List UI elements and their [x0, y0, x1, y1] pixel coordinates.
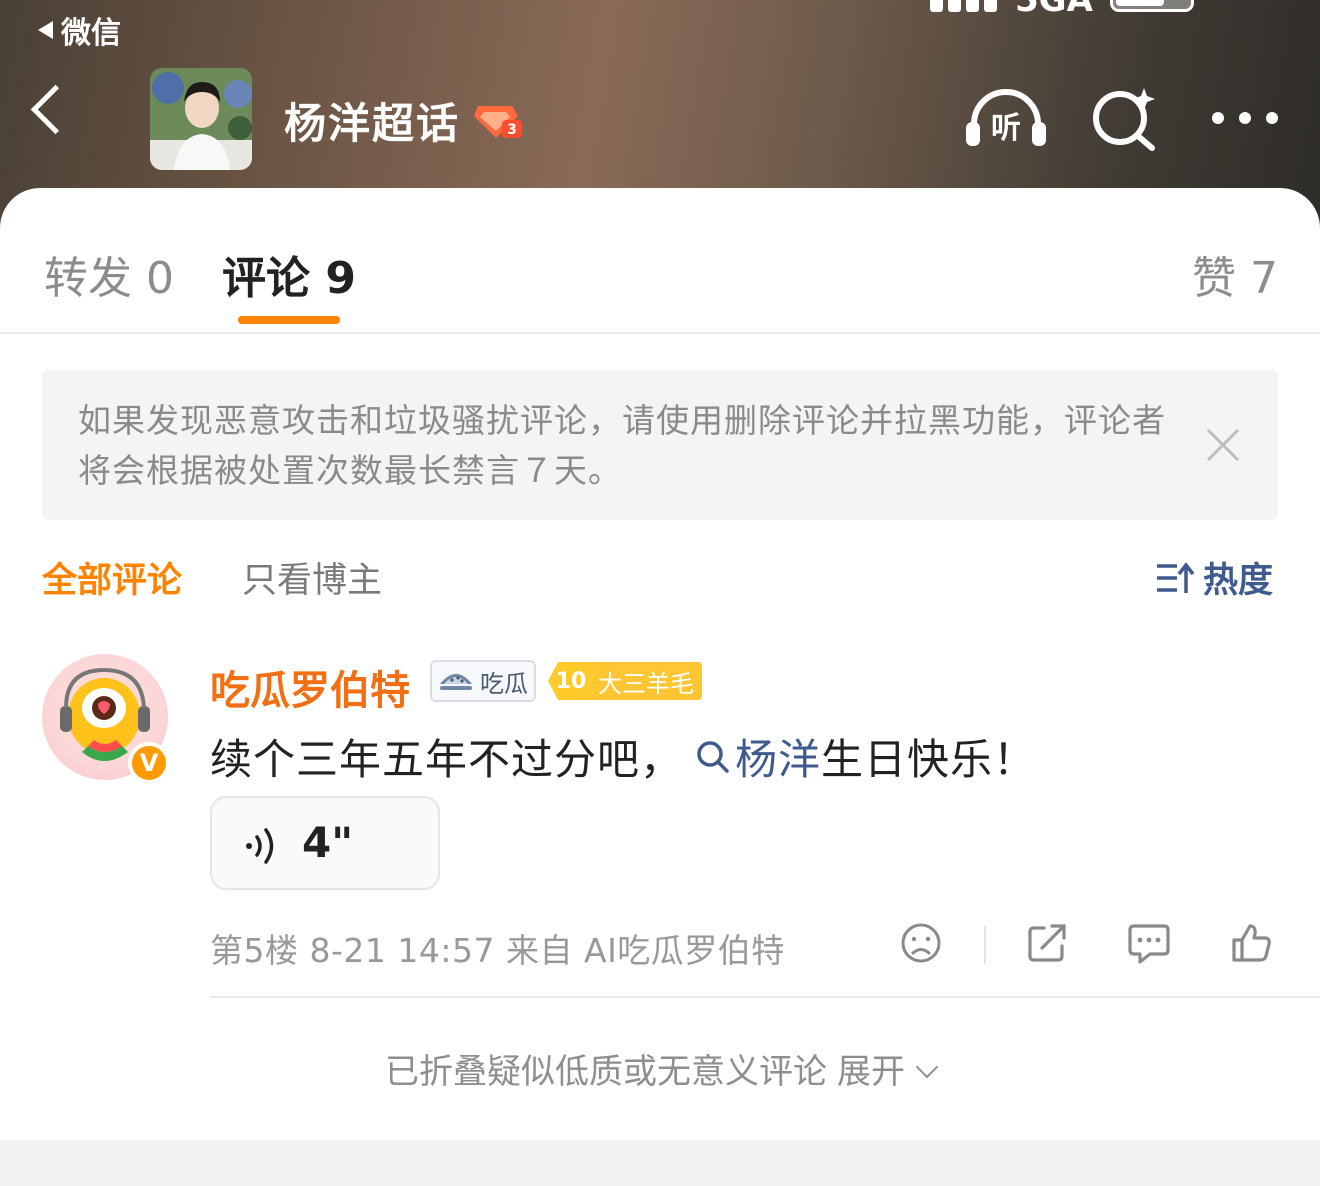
comment-text-after: 生日快乐！: [821, 735, 1037, 784]
fan-tag[interactable]: 吃瓜: [430, 660, 536, 702]
sort-icon: [1157, 561, 1195, 593]
close-icon[interactable]: [1205, 427, 1241, 463]
tab-repost[interactable]: 转发 0: [44, 242, 174, 306]
folded-comments-toggle[interactable]: 已折叠疑似低质或无意义评论 展开: [0, 1044, 1320, 1093]
chevron-down-icon: [915, 1055, 939, 1079]
comment-meta: 第5楼 8-21 14:57 来自 AI吃瓜罗伯特: [210, 924, 785, 972]
battery-icon: [1110, 0, 1194, 12]
more-icon[interactable]: [1210, 108, 1280, 132]
status-back-label: 微信: [61, 16, 121, 51]
share-icon[interactable]: [1026, 922, 1068, 968]
topic-title: 杨洋超话: [284, 99, 461, 148]
filter-author-only[interactable]: 只看博主: [242, 552, 382, 603]
comment-link-text: 杨洋: [735, 735, 822, 784]
action-separator: [984, 926, 986, 964]
reply-icon[interactable]: [1128, 922, 1170, 968]
status-back-to-app[interactable]: 微信: [38, 8, 121, 52]
voice-wave-icon: [246, 828, 274, 864]
listen-icon[interactable]: 听: [964, 86, 1048, 154]
back-triangle-icon: [38, 21, 53, 39]
expand-label: 展开: [837, 1052, 905, 1092]
comment-text-before: 续个三年五年不过分吧，: [210, 735, 684, 784]
network-label: 5GA: [1015, 0, 1093, 20]
back-arrow-icon[interactable]: [30, 84, 81, 135]
notice-text: 如果发现恶意攻击和垃圾骚扰评论，请使用删除评论并拉黑功能，评论者将会根据被处置次…: [78, 401, 1166, 490]
signal-icon: [930, 0, 997, 12]
comment-floor: 第5楼: [210, 931, 299, 970]
like-icon[interactable]: [1230, 922, 1272, 968]
rank-level: 10: [548, 662, 594, 700]
badge-level-text: 3: [507, 122, 517, 138]
commenter-name[interactable]: 吃瓜罗伯特: [210, 658, 410, 716]
super-topic-level-icon[interactable]: 3: [472, 100, 522, 144]
comment-time: 8-21 14:57: [309, 931, 495, 970]
folded-text: 已折叠疑似低质或无意义评论: [385, 1052, 827, 1092]
fan-tag-label: 吃瓜: [480, 669, 528, 698]
comment-source: 来自 AI吃瓜罗伯特: [506, 931, 785, 970]
sort-by-heat[interactable]: 热度: [1155, 552, 1273, 603]
tab-comments[interactable]: 评论 9: [222, 242, 356, 306]
filter-all-comments[interactable]: 全部评论: [42, 552, 182, 603]
comment-divider: [210, 996, 1320, 998]
tabs-divider: [0, 332, 1320, 334]
comment-text: 续个三年五年不过分吧， 杨洋 生日快乐！: [210, 726, 1036, 787]
dislike-icon[interactable]: [900, 922, 942, 968]
topic-avatar[interactable]: [150, 68, 252, 170]
comment-topic-link[interactable]: 杨洋: [695, 726, 821, 787]
active-tab-indicator: [238, 316, 340, 324]
voice-message[interactable]: 4": [210, 796, 440, 890]
moderation-notice: 如果发现恶意攻击和垃圾骚扰评论，请使用删除评论并拉黑功能，评论者将会根据被处置次…: [42, 370, 1278, 520]
search-sparkle-icon[interactable]: [1092, 86, 1158, 156]
voice-duration: 4": [302, 818, 354, 867]
search-icon: [697, 740, 729, 773]
super-topic-rank-tag[interactable]: 10 大三羊毛: [548, 662, 702, 700]
rank-name: 大三羊毛: [594, 662, 702, 700]
tab-likes[interactable]: 赞 7: [1192, 242, 1278, 306]
verified-badge: V: [128, 742, 170, 784]
watermelon-icon: [440, 674, 472, 690]
listen-label: 听: [991, 111, 1021, 146]
sort-label: 热度: [1203, 561, 1274, 601]
